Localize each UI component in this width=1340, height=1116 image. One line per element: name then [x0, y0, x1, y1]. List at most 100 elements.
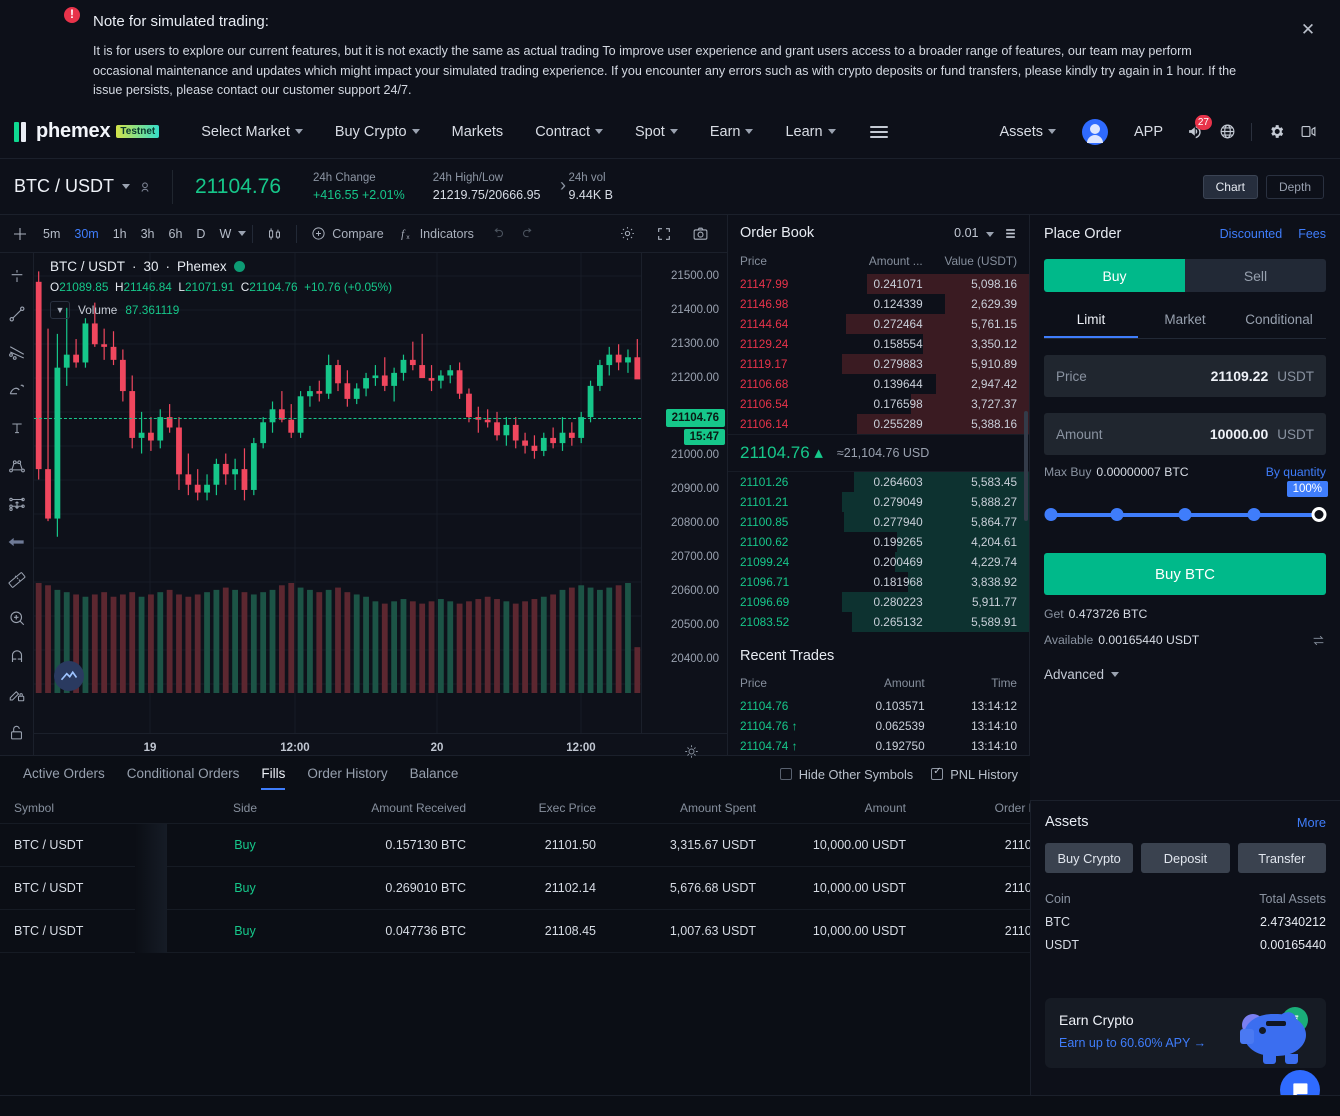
- order-book-row[interactable]: 21147.99 0.241071 5,098.16: [728, 274, 1029, 294]
- order-book-row[interactable]: 21106.14 0.255289 5,388.16: [728, 414, 1029, 434]
- tab-balance[interactable]: Balance: [399, 756, 470, 792]
- nav-item-spot[interactable]: Spot: [619, 124, 694, 140]
- avatar[interactable]: [1081, 118, 1108, 145]
- slider-node-75[interactable]: [1247, 508, 1260, 521]
- announcement-icon[interactable]: 27: [1179, 114, 1212, 148]
- arrow-marker-icon[interactable]: [0, 523, 33, 561]
- magnet-icon[interactable]: [0, 637, 33, 675]
- order-book-row[interactable]: 21096.71 0.181968 3,838.92: [728, 572, 1029, 592]
- chart-sun-settings-icon[interactable]: [684, 744, 699, 759]
- table-row[interactable]: BTC / USDT Buy 0.157130 BTC 21101.50 3,315.6…: [0, 823, 1146, 867]
- advanced-toggle[interactable]: Advanced: [1044, 667, 1326, 682]
- nav-item-app[interactable]: APP: [1118, 124, 1179, 140]
- order-book-row[interactable]: 21129.24 0.158554 3,350.12: [728, 334, 1029, 354]
- crosshair-tool-icon[interactable]: [4, 226, 36, 242]
- precision-selector[interactable]: 0.01: [954, 226, 994, 240]
- table-row[interactable]: BTC / USDT Buy 0.269010 BTC 21102.14 5,676.6…: [0, 866, 1146, 910]
- amount-slider[interactable]: 100%: [1044, 481, 1328, 525]
- submit-buy-button[interactable]: Buy BTC: [1044, 553, 1326, 595]
- slider-node-0[interactable]: [1044, 508, 1058, 521]
- chevron-right-icon[interactable]: ›: [560, 175, 566, 196]
- chevron-down-icon[interactable]: [238, 231, 247, 236]
- timeframe-W[interactable]: W: [212, 223, 238, 245]
- zoom-in-icon[interactable]: [0, 599, 33, 637]
- chart-button[interactable]: Chart: [1202, 174, 1258, 199]
- hamburger-menu-icon[interactable]: [869, 123, 888, 141]
- depth-button[interactable]: Depth: [1265, 174, 1324, 199]
- slider-node-25[interactable]: [1110, 508, 1123, 521]
- pnl-history-button[interactable]: PNL History: [931, 766, 1018, 782]
- indicators-button[interactable]: fx Indicators: [392, 226, 482, 241]
- lock-icon[interactable]: [0, 713, 33, 751]
- transfer-button[interactable]: Transfer: [1237, 843, 1326, 873]
- order-book-row[interactable]: 21100.62 0.199265 4,204.61: [728, 532, 1029, 552]
- order-book-scrollbar[interactable]: [1024, 411, 1028, 521]
- shapes-icon[interactable]: [0, 371, 33, 409]
- nav-item-select-market[interactable]: Select Market: [185, 124, 319, 140]
- nav-item-earn[interactable]: Earn: [694, 124, 770, 140]
- orderbook-layout-icon[interactable]: [1004, 227, 1017, 240]
- tab-market[interactable]: Market: [1138, 302, 1232, 338]
- nav-item-markets[interactable]: Markets: [436, 124, 520, 140]
- compare-button[interactable]: Compare: [303, 226, 391, 241]
- timeframe-5m[interactable]: 5m: [36, 223, 67, 245]
- timeframe-30m[interactable]: 30m: [67, 223, 105, 245]
- download-app-icon[interactable]: [1292, 116, 1324, 148]
- tab-limit[interactable]: Limit: [1044, 302, 1138, 338]
- order-book-row[interactable]: 21083.52 0.265132 5,589.91: [728, 612, 1029, 632]
- table-row[interactable]: BTC / USDT Buy 0.047736 BTC 21108.45 1,007.6…: [0, 909, 1146, 953]
- candle-type-icon[interactable]: [259, 226, 290, 242]
- discounted-link[interactable]: Discounted: [1220, 227, 1283, 241]
- price-input[interactable]: Price 21109.22 USDT: [1044, 355, 1326, 397]
- tab-fills[interactable]: Fills: [250, 756, 296, 792]
- price-axis[interactable]: 21500.00 21400.00 21300.00 21200.00 2110…: [641, 253, 727, 733]
- slider-node-50[interactable]: [1178, 508, 1192, 521]
- nav-item-buy-crypto[interactable]: Buy Crypto: [319, 124, 436, 140]
- earn-crypto-card[interactable]: Earn Crypto Earn up to 60.60% APY → ♦ ₮ …: [1045, 998, 1326, 1068]
- patterns-icon[interactable]: [0, 447, 33, 485]
- order-book-row[interactable]: 21119.17 0.279883 5,910.89: [728, 354, 1029, 374]
- camera-snapshot-icon[interactable]: [684, 225, 717, 242]
- order-book-row[interactable]: 21099.24 0.200469 4,229.74: [728, 552, 1029, 572]
- tab-active-orders[interactable]: Active Orders: [12, 756, 116, 792]
- favorite-icon[interactable]: [138, 180, 152, 194]
- hide-other-symbols-checkbox[interactable]: Hide Other Symbols: [779, 767, 913, 782]
- sell-tab[interactable]: Sell: [1185, 259, 1326, 292]
- timeframe-D[interactable]: D: [189, 223, 212, 245]
- order-book-row[interactable]: 21106.54 0.176598 3,727.37: [728, 394, 1029, 414]
- order-book-row[interactable]: 21100.85 0.277940 5,864.77: [728, 512, 1029, 532]
- undo-icon[interactable]: [482, 226, 513, 241]
- deposit-button[interactable]: Deposit: [1141, 843, 1230, 873]
- buy-crypto-button[interactable]: Buy Crypto: [1045, 843, 1134, 873]
- by-quantity-link[interactable]: By quantity: [1266, 465, 1326, 479]
- brand-logo[interactable]: phemex Testnet: [8, 120, 160, 143]
- close-icon[interactable]: ✕: [1298, 20, 1318, 40]
- nav-item-contract[interactable]: Contract: [519, 124, 619, 140]
- nav-item-learn[interactable]: Learn: [769, 124, 851, 140]
- order-book-row[interactable]: 21101.21 0.279049 5,888.27: [728, 492, 1029, 512]
- swap-icon[interactable]: [1311, 634, 1326, 647]
- measure-ruler-icon[interactable]: [0, 561, 33, 599]
- fees-link[interactable]: Fees: [1298, 227, 1326, 241]
- fullscreen-icon[interactable]: [648, 226, 680, 242]
- trend-line-icon[interactable]: [0, 295, 33, 333]
- redo-icon[interactable]: [513, 226, 544, 241]
- chevron-down-icon[interactable]: ▼: [50, 301, 70, 319]
- tab-order-history[interactable]: Order History: [296, 756, 398, 792]
- crosshair-icon[interactable]: [0, 257, 33, 295]
- slider-handle[interactable]: [1311, 507, 1327, 522]
- order-book-row[interactable]: 21146.98 0.124339 2,629.39: [728, 294, 1029, 314]
- chart-canvas[interactable]: BTC / USDT · 30 · Phemex O21089.85 H2114…: [34, 253, 727, 733]
- order-book-row[interactable]: 21101.26 0.264603 5,583.45: [728, 472, 1029, 492]
- order-book-row[interactable]: 21144.64 0.272464 5,761.15: [728, 314, 1029, 334]
- gear-icon[interactable]: [1260, 116, 1292, 148]
- symbol-selector[interactable]: BTC / USDT: [0, 176, 172, 197]
- order-book-row[interactable]: 21096.69 0.280223 5,911.77: [728, 592, 1029, 612]
- amount-input[interactable]: Amount 10000.00 USDT: [1044, 413, 1326, 455]
- forecast-tool-icon[interactable]: [0, 485, 33, 523]
- tab-conditional-orders[interactable]: Conditional Orders: [116, 756, 251, 792]
- drawing-lock-icon[interactable]: [0, 675, 33, 713]
- fib-retracement-icon[interactable]: [0, 333, 33, 371]
- assets-more-link[interactable]: More: [1297, 815, 1326, 830]
- language-globe-icon[interactable]: [1211, 116, 1243, 148]
